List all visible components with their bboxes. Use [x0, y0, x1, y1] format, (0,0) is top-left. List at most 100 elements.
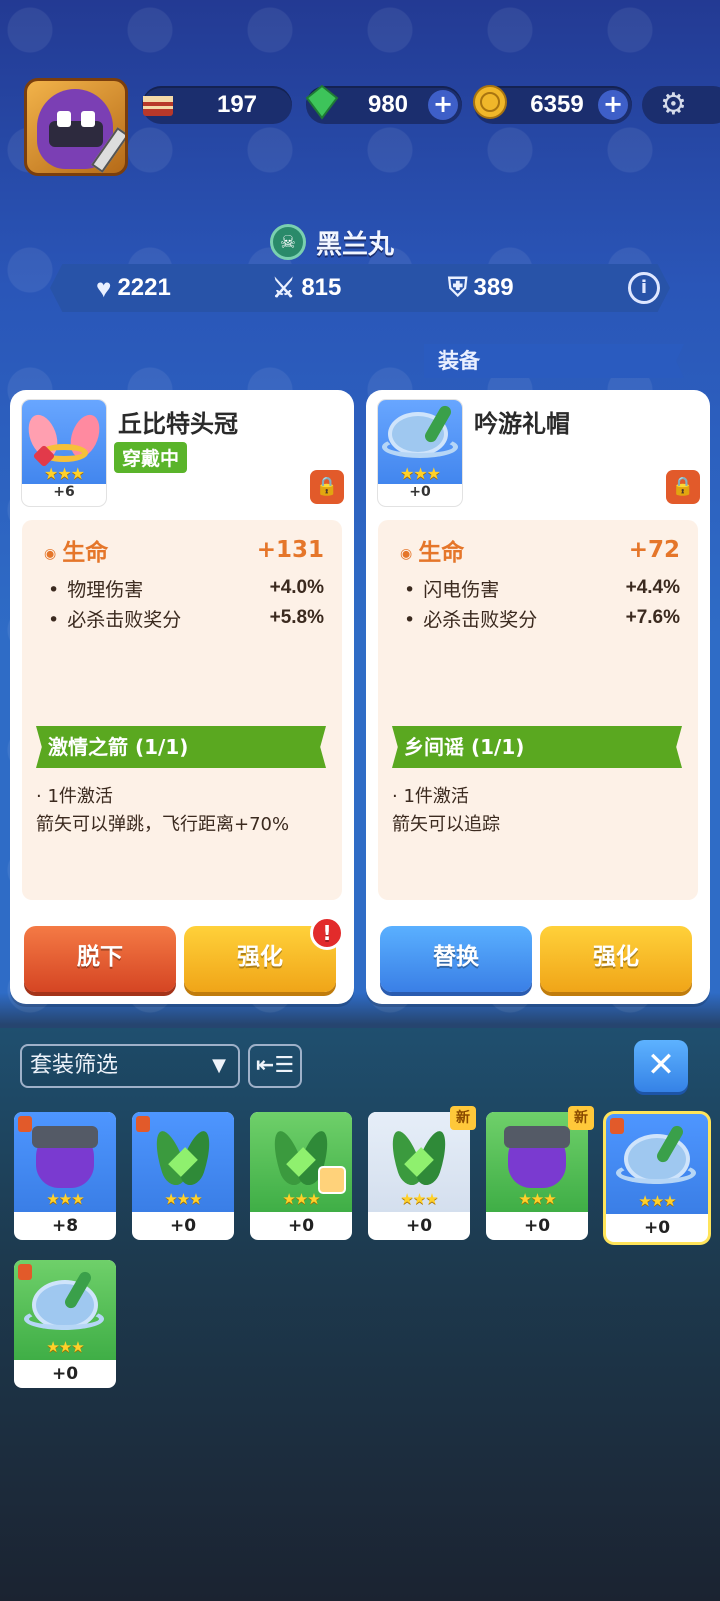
replace-button[interactable]: 替换 — [380, 926, 532, 992]
cake-icon — [136, 80, 180, 124]
player-avatar[interactable] — [24, 78, 128, 176]
hat-brim-shape — [616, 1162, 696, 1184]
stat-health: ♥ 2221 — [96, 264, 171, 312]
stat-attack: ⚔ 815 — [272, 264, 341, 312]
inventory-item[interactable]: ★★★ +0 新 — [368, 1106, 476, 1240]
item-name: 吟游礼帽 — [474, 410, 570, 438]
equipped-item-thumb[interactable]: ★★★ +6 — [22, 400, 106, 506]
upgrade-button[interactable]: 强化 ! — [184, 916, 344, 992]
close-button[interactable]: ✕ — [634, 1040, 688, 1092]
info-icon[interactable]: i — [628, 272, 660, 304]
main-attribute: 生命 +72 — [400, 534, 680, 566]
attribute-panel: 生命 +131 物理伤害 +4.0% 必杀击败奖分 +5.8% 激情之箭 (1/… — [22, 520, 342, 900]
item-name: 丘比特头冠 — [118, 410, 238, 438]
add-coins-button[interactable]: + — [598, 90, 628, 120]
sub-attribute: 闪电伤害 +4.4% — [404, 574, 680, 602]
item-level: +0 — [169, 1216, 197, 1236]
main-attr-value: +131 — [256, 537, 324, 563]
set-activation: · 1件激活 — [36, 786, 113, 807]
hat-brim-shape — [24, 1308, 104, 1330]
ticket-counter[interactable]: 197 — [142, 86, 292, 124]
item-level: +0 — [643, 1218, 671, 1238]
lock-icon[interactable]: 🔒 — [666, 470, 700, 504]
candidate-item-card: ★★★ +0 吟游礼帽 🔒 生命 +72 闪电伤害 +4.4% 必杀击败奖分 +… — [366, 390, 710, 1004]
inventory-item-selected[interactable]: ★★★ +0 — [606, 1114, 708, 1242]
sub-attr-label: 物理伤害 — [48, 575, 143, 602]
set-filter-dropdown[interactable]: 套装筛选 ▼ — [20, 1044, 240, 1088]
main-attribute: 生命 +131 — [44, 534, 324, 566]
inventory-item[interactable]: ★★★ +0 — [14, 1260, 116, 1388]
shield-icon: ⛨ — [448, 272, 468, 302]
avatar-eye — [57, 111, 71, 127]
hero-name: 黑兰丸 — [316, 229, 395, 260]
sub-attr-value: +7.6% — [625, 607, 680, 628]
new-badge: 新 — [568, 1106, 594, 1130]
inventory-item[interactable]: ★★★ +0 — [250, 1112, 352, 1240]
sub-attr-value: +4.0% — [269, 577, 324, 598]
star-rating: ★★★ — [164, 1190, 202, 1208]
lock-icon — [18, 1116, 32, 1132]
inventory-item[interactable]: ★★★ +0 新 — [486, 1106, 594, 1240]
upgrade-label: 强化 — [237, 944, 283, 970]
filter-label: 套装筛选 — [30, 1053, 119, 1078]
inventory-item[interactable]: ★★★ +0 — [132, 1112, 234, 1240]
star-rating: ★★★ — [46, 1338, 84, 1356]
star-rating: ★★★ — [638, 1192, 676, 1210]
coin-icon — [468, 80, 512, 124]
close-icon: ✕ — [646, 1045, 676, 1085]
set-description: 箭矢可以弹跳，飞行距离+70% — [36, 814, 290, 835]
hat-brim-shape — [382, 436, 458, 458]
coin-counter[interactable]: 6359 + — [473, 85, 632, 124]
defense-value: 389 — [473, 274, 514, 301]
upgrade-button[interactable]: 强化 — [540, 926, 692, 992]
new-badge: 新 — [450, 1106, 476, 1130]
item-level: +0 — [409, 484, 431, 500]
coin-value: 6359 — [530, 91, 584, 118]
main-attr-label: 生命 — [400, 533, 464, 567]
bard-hat-icon: ★★★ — [378, 400, 462, 484]
main-attr-label: 生命 — [44, 533, 108, 567]
equipped-badge: 穿戴中 — [114, 442, 188, 473]
star-rating: ★★★ — [399, 464, 441, 483]
set-bonus-banner: 乡间谣 (1/1) — [392, 726, 682, 768]
star-rating: ★★★ — [43, 464, 85, 483]
gem-counter[interactable]: 980 + — [305, 84, 462, 124]
item-level: +6 — [53, 484, 75, 500]
attribute-panel: 生命 +72 闪电伤害 +4.4% 必杀击败奖分 +7.6% 乡间谣 (1/1)… — [378, 520, 698, 900]
add-gems-button[interactable]: + — [428, 90, 458, 120]
sword-icon: ⚔ — [272, 272, 296, 303]
set-bonus-banner: 激情之箭 (1/1) — [36, 726, 326, 768]
lock-icon — [18, 1264, 32, 1280]
star-rating: ★★★ — [46, 1190, 84, 1208]
gear-icon: ⚙ — [660, 87, 687, 122]
star-rating: ★★★ — [518, 1190, 556, 1208]
gem-icon — [300, 80, 344, 124]
leaf-crown-icon: ★★★ — [132, 1112, 234, 1212]
equipment-screen: 197 980 + 6359 + ⚙ ☠ 黑兰丸 ♥ 2221 ⚔ 815 ⛨ — [0, 0, 720, 1601]
attack-value: 815 — [301, 274, 342, 301]
lock-icon — [610, 1118, 624, 1134]
bard-hat-icon: ★★★ — [14, 1260, 116, 1360]
sort-button[interactable]: ⇤☰ — [248, 1044, 302, 1088]
inventory-item[interactable]: ★★★ +8 — [14, 1112, 116, 1240]
helmet-top-shape — [504, 1126, 570, 1148]
lock-icon — [136, 1116, 150, 1132]
sub-attribute: 必杀击败奖分 +7.6% — [404, 604, 680, 632]
unequip-button[interactable]: 脱下 — [24, 926, 176, 992]
skull-icon: ☠ — [270, 224, 306, 260]
hero-stats-bar: ♥ 2221 ⚔ 815 ⛨ 389 — [50, 264, 670, 312]
lock-icon[interactable]: 🔒 — [310, 470, 344, 504]
cupid-crown-icon: ★★★ — [22, 400, 106, 484]
helmet-top-shape — [32, 1126, 98, 1148]
set-activation: · 1件激活 — [392, 786, 469, 807]
star-rating: ★★★ — [282, 1190, 320, 1208]
star-rating: ★★★ — [400, 1190, 438, 1208]
settings-button[interactable]: ⚙ — [642, 86, 720, 124]
sub-attr-label: 必杀击败奖分 — [48, 605, 181, 632]
sub-attr-label: 闪电伤害 — [404, 575, 499, 602]
sub-attr-value: +5.8% — [269, 607, 324, 628]
health-value: 2221 — [117, 274, 171, 301]
stat-defense: ⛨ 389 — [448, 264, 514, 312]
candidate-item-thumb[interactable]: ★★★ +0 — [378, 400, 462, 506]
item-level: +8 — [51, 1216, 79, 1236]
